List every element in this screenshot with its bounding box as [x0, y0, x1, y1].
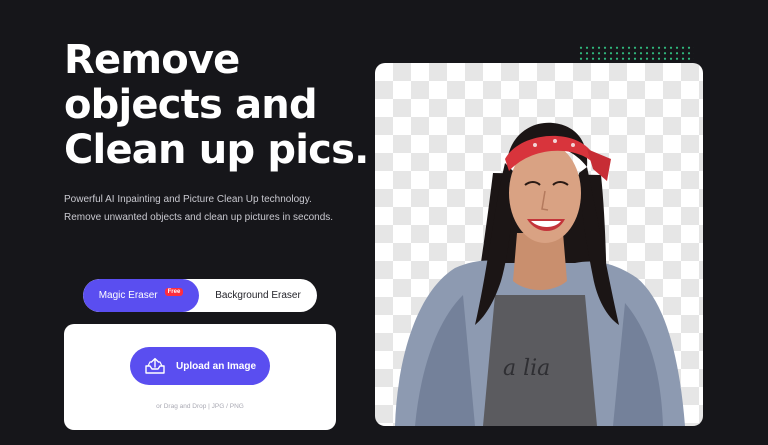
- upload-card[interactable]: Upload an Image or Drag and Drop | JPG /…: [64, 324, 336, 430]
- tool-tabs: Magic Eraser Free Background Eraser: [83, 279, 317, 312]
- upload-hint: or Drag and Drop | JPG / PNG: [156, 403, 244, 410]
- sample-photo-illustration: a lia: [395, 122, 685, 426]
- upload-image-label: Upload an Image: [175, 360, 256, 372]
- tab-magic-eraser-label: Magic Eraser: [98, 290, 158, 301]
- free-badge: Free: [164, 287, 184, 296]
- upload-tray-icon: [145, 357, 165, 374]
- hero-title-line-1: Remove: [64, 37, 240, 83]
- hero-title: Remove objects and Clean up pics.: [64, 37, 369, 173]
- tab-background-eraser[interactable]: Background Eraser: [199, 279, 317, 312]
- decorative-dot-grid: [578, 45, 694, 61]
- sample-photo: a lia: [375, 63, 703, 426]
- hero-description: Powerful AI Inpainting and Picture Clean…: [64, 194, 334, 223]
- hero-title-line-3: Clean up pics.: [64, 127, 369, 173]
- tab-magic-eraser[interactable]: Magic Eraser Free: [83, 279, 199, 312]
- tab-background-eraser-label: Background Eraser: [215, 290, 301, 301]
- svg-text:a lia: a lia: [503, 356, 550, 381]
- upload-image-button[interactable]: Upload an Image: [130, 347, 270, 385]
- hero-title-line-2: objects and: [64, 82, 318, 128]
